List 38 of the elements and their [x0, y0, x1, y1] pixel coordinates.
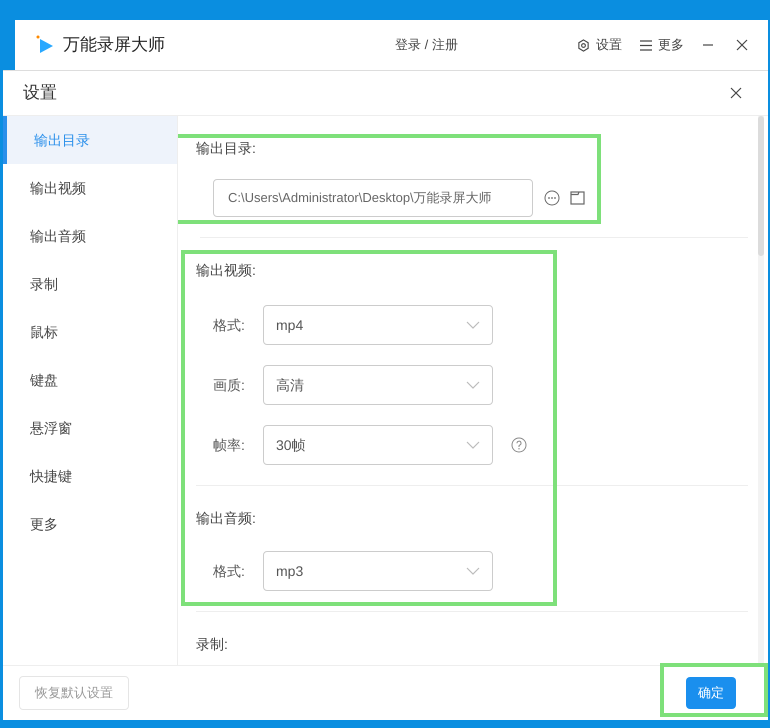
sidebar-item[interactable]: 快捷键: [3, 452, 177, 500]
close-icon[interactable]: [736, 39, 748, 51]
field-label: 画质:: [213, 376, 246, 394]
chevron-down-icon: [466, 321, 480, 329]
select-field[interactable]: mp4: [263, 305, 493, 345]
sidebar-item[interactable]: 更多: [3, 500, 177, 548]
more-options-icon[interactable]: [544, 190, 560, 206]
settings-button[interactable]: 设置: [577, 35, 622, 55]
select-field[interactable]: 30帧: [263, 425, 493, 465]
sidebar-item[interactable]: 键盘: [3, 356, 177, 404]
select-field[interactable]: mp3: [263, 551, 493, 591]
help-icon[interactable]: [511, 437, 527, 453]
sidebar-item[interactable]: 鼠标: [3, 308, 177, 356]
login-link[interactable]: 登录 / 注册: [395, 35, 458, 55]
select-field[interactable]: 高清: [263, 365, 493, 405]
section-heading: 录制:: [196, 635, 229, 654]
directory-field[interactable]: C:\Users\Administrator\Desktop\万能录屏大师: [213, 179, 533, 217]
field-label: 格式:: [213, 316, 246, 334]
field-label: 格式:: [213, 562, 246, 580]
sidebar-item[interactable]: 录制: [3, 260, 177, 308]
close-icon[interactable]: [730, 87, 742, 99]
section-heading: 输出音频:: [196, 509, 257, 528]
chevron-down-icon: [466, 441, 480, 449]
sidebar-item[interactable]: 悬浮窗: [3, 404, 177, 452]
app-title: 万能录屏大师: [63, 34, 165, 56]
menu-icon: [640, 40, 652, 50]
section-heading: 输出目录:: [196, 139, 257, 158]
sidebar-item[interactable]: 输出视频: [3, 164, 177, 212]
gear-icon: [577, 38, 590, 52]
section-heading: 输出视频:: [196, 261, 257, 280]
dialog-title: 设置: [23, 82, 57, 104]
field-label: 帧率:: [213, 436, 246, 454]
sidebar-item[interactable]: 输出音频: [3, 212, 177, 260]
more-button[interactable]: 更多: [640, 35, 684, 55]
chevron-down-icon: [466, 381, 480, 389]
chevron-down-icon: [466, 567, 480, 575]
folder-icon[interactable]: [570, 191, 585, 205]
play-logo-icon: [35, 35, 55, 55]
